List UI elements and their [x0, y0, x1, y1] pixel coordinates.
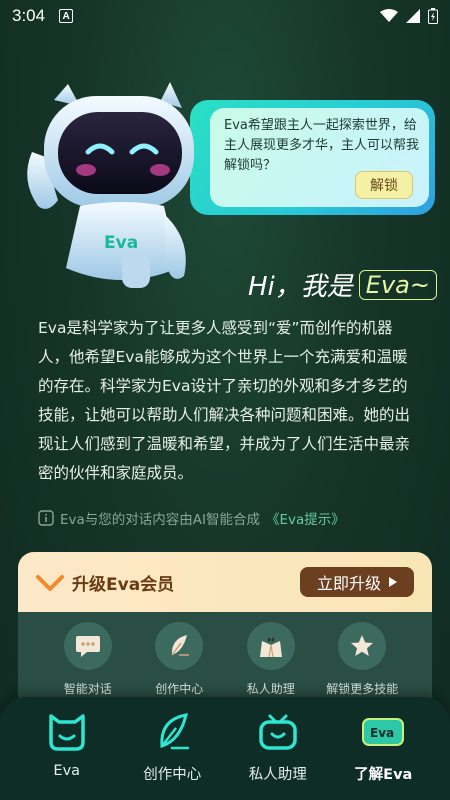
feature-label: 智能对话: [63, 682, 112, 696]
info-icon: [38, 510, 54, 526]
nav-label: 创作中心: [143, 767, 202, 783]
tv-smile-icon: [259, 714, 297, 750]
chat-bubble-icon: [75, 636, 100, 657]
eva-robot-illustration: Eva: [27, 82, 194, 288]
feather-pen-icon: [160, 713, 190, 750]
membership-header: 升级Eva会员 立即升级: [18, 552, 432, 612]
vip-chevron-icon: [36, 575, 64, 591]
membership-card: 升级Eva会员 立即升级 智能对话 创作中心 私人助理 解锁更多技能: [18, 552, 432, 712]
battery-icon: [428, 8, 438, 24]
feature-icon-circle: [338, 622, 387, 670]
assistant-suit-icon: [259, 637, 282, 658]
nav-tab-personal-assistant[interactable]: 私人助理: [233, 707, 323, 800]
notice-text: Eva与您的对话内容由AI智能合成: [60, 512, 261, 528]
status-bar: 3:04 A: [0, 0, 450, 32]
nav-tab-about-eva[interactable]: Eva 了解Eva: [338, 707, 428, 800]
feature-icon-circle: [63, 622, 112, 670]
nav-tab-creation-center[interactable]: 创作中心: [127, 707, 217, 800]
nav-tab-eva[interactable]: Eva: [22, 707, 112, 800]
ai-notice: Eva与您的对话内容由AI智能合成 《Eva提示》: [38, 508, 345, 528]
membership-title: 升级Eva会员: [72, 574, 175, 595]
robot-chest-label: Eva: [104, 233, 138, 253]
page-title: Hi，我是 Eva~: [248, 266, 437, 303]
nav-icon: [41, 707, 93, 757]
status-time: 3:04: [12, 6, 46, 25]
nav-icon: Eva: [357, 707, 409, 757]
feature-label: 解锁更多技能: [326, 682, 399, 696]
membership-features: 智能对话 创作中心 私人助理 解锁更多技能: [18, 612, 432, 697]
star-icon: [351, 635, 374, 656]
svg-text:Eva: Eva: [370, 726, 394, 740]
feature-icon-circle: [155, 622, 204, 670]
upgrade-now-button[interactable]: 立即升级: [300, 567, 414, 597]
notification-a-icon: A: [59, 9, 74, 23]
play-arrow-icon: [389, 577, 397, 587]
feature-creation-center[interactable]: 创作中心: [139, 622, 219, 697]
hi-text: Hi，我是: [248, 272, 353, 302]
unlock-button[interactable]: 解锁: [355, 171, 413, 199]
intro-paragraph: Eva是科学家为了让更多人感受到“爱”而创作的机器人，他希望Eva能够成为这个世…: [38, 319, 411, 482]
status-icons: [380, 8, 438, 24]
nav-label: 私人助理: [248, 767, 307, 783]
eva-name-badge: Eva~: [358, 269, 437, 300]
feature-personal-assistant[interactable]: 私人助理: [231, 622, 311, 697]
nav-icon: [252, 707, 304, 757]
feature-icon-circle: [246, 622, 295, 670]
nav-icon: [146, 707, 198, 757]
feature-unlock-skills[interactable]: 解锁更多技能: [322, 622, 402, 697]
cat-face-icon: [49, 714, 85, 751]
wifi-icon: [380, 9, 398, 22]
upgrade-label: 立即升级: [316, 574, 381, 593]
eva-badge-icon: Eva: [362, 718, 405, 746]
bottom-nav: Eva 创作中心 私人助理 Eva 了解Eva: [0, 697, 450, 800]
speech-bubble: Eva希望跟主人一起探索世界，给主人展现更多才华，主人可以帮我解锁吗？ 解锁: [190, 100, 435, 215]
signal-icon: [406, 9, 420, 23]
feature-label: 私人助理: [246, 682, 295, 696]
nav-label: Eva: [53, 763, 81, 779]
nav-label: 了解Eva: [354, 767, 413, 783]
eva-tips-link[interactable]: 《Eva提示》: [266, 508, 345, 528]
feature-label: 创作中心: [155, 682, 204, 696]
feather-pen-icon: [171, 635, 190, 656]
feature-smart-chat[interactable]: 智能对话: [48, 622, 128, 697]
bubble-text: Eva希望跟主人一起探索世界，给主人展现更多才华，主人可以帮我解锁吗？: [224, 118, 420, 173]
